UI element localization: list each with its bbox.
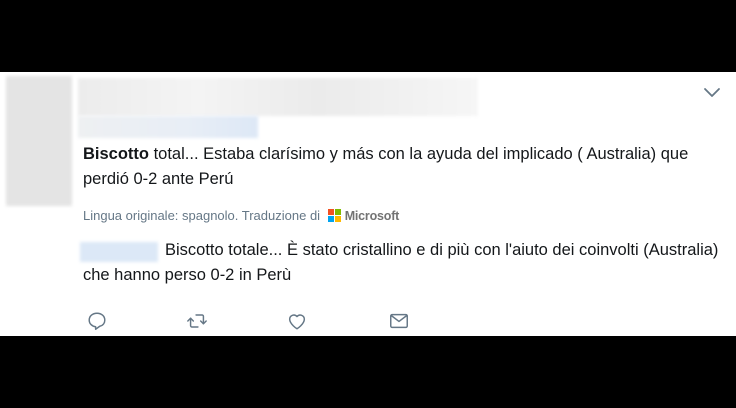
translation-provider[interactable]: Microsoft [345,209,400,223]
avatar[interactable] [6,76,72,206]
heart-icon[interactable] [286,310,310,334]
tweet-card: Biscotto total... Estaba clarísimo y más… [0,72,736,336]
reply-icon[interactable] [86,310,110,334]
translation-label: Lingua originale: spagnolo. Traduzione d… [83,208,321,223]
microsoft-logo-icon[interactable] [327,209,342,223]
tweet-text-rest: total... Estaba clarísimo y más con la a… [83,145,689,188]
tweet-text-bold: Biscotto [83,145,149,163]
author-name-redacted[interactable] [78,78,478,116]
tweet-text: Biscotto total... Estaba clarísimo y más… [83,142,723,192]
tweet-actions [86,310,426,336]
translation-attribution: Lingua originale: spagnolo. Traduzione d… [83,208,399,223]
chevron-down-icon[interactable] [702,82,722,102]
retweet-icon[interactable] [186,310,210,334]
envelope-icon[interactable] [388,310,412,334]
translated-text: Biscotto totale... È stato cristallino e… [83,241,719,284]
author-handle-redacted[interactable] [78,116,258,138]
